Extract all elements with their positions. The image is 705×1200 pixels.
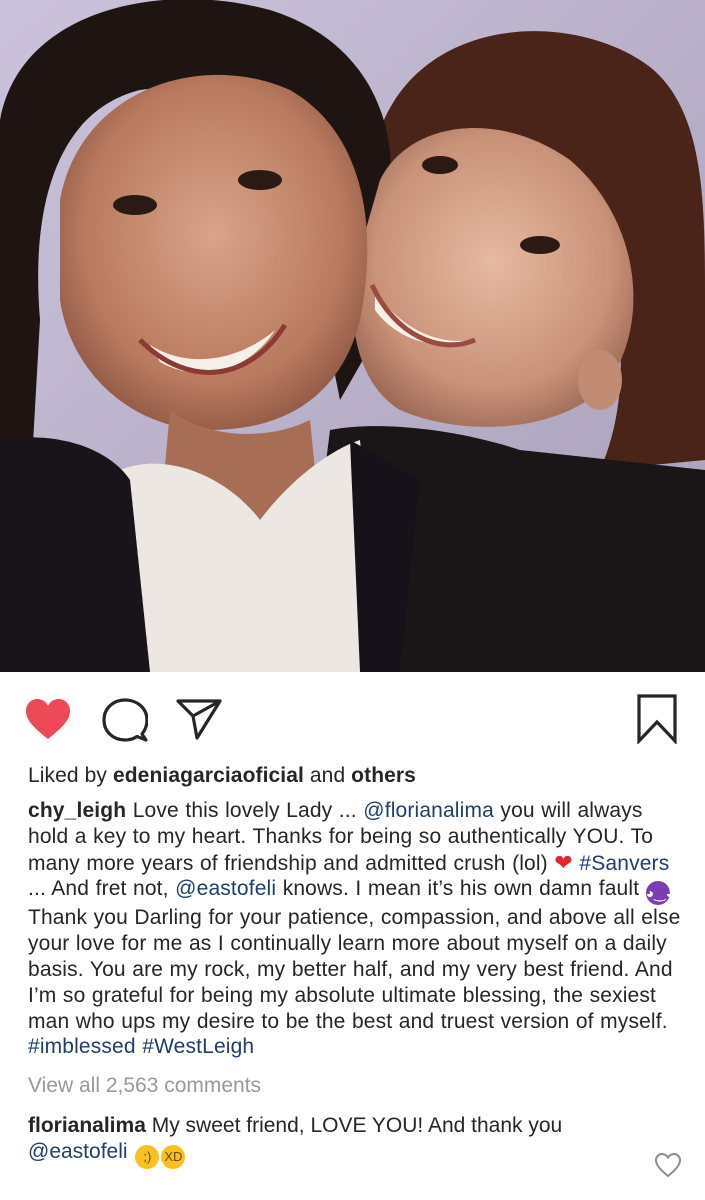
caption-text: Love this lovely Lady ... bbox=[132, 799, 357, 822]
winking-face-emoji: ;) bbox=[135, 1145, 160, 1170]
caption-author-link[interactable]: chy_leigh bbox=[28, 799, 126, 822]
instagram-post: Liked by edeniagarciaoficial and others … bbox=[0, 0, 705, 1200]
heart-filled-icon bbox=[26, 699, 70, 739]
comment-like-button[interactable] bbox=[654, 1152, 682, 1183]
mention-link[interactable]: @eastofeli bbox=[175, 877, 276, 900]
caption-text: ... And fret not, bbox=[28, 877, 169, 901]
top-comment: florianalima My sweet friend, LOVE YOU! … bbox=[28, 1113, 628, 1170]
hashtag-link[interactable]: #Sanvers bbox=[579, 852, 669, 875]
view-all-comments-link[interactable]: View all 2,563 comments bbox=[28, 1073, 688, 1099]
save-button[interactable] bbox=[636, 694, 678, 744]
devil-emoji: ◕‿◕ bbox=[645, 881, 674, 906]
comment-mention-link[interactable]: @eastofeli bbox=[28, 1140, 128, 1163]
hashtag-link[interactable]: #imblessed bbox=[28, 1035, 136, 1058]
rofl-emoji: XD bbox=[161, 1145, 186, 1170]
liked-by-others-link[interactable]: others bbox=[351, 764, 416, 787]
liked-by-user-link[interactable]: edeniagarciaoficial bbox=[113, 764, 304, 787]
comment-bubble-icon bbox=[102, 698, 148, 742]
hashtag-link[interactable]: #WestLeigh bbox=[142, 1035, 254, 1058]
likes-summary: Liked by edeniagarciaoficial and others bbox=[28, 762, 688, 790]
mention-link[interactable]: @florianalima bbox=[363, 799, 494, 822]
post-details: Liked by edeniagarciaoficial and others … bbox=[28, 762, 688, 1170]
comment-button[interactable] bbox=[102, 698, 148, 744]
paper-plane-icon bbox=[176, 699, 222, 740]
selfie-image bbox=[0, 0, 705, 672]
caption-text: knows. I mean it’s his own damn fault bbox=[282, 877, 640, 901]
likes-prefix: Liked by bbox=[28, 764, 108, 787]
post-caption: chy_leigh Love this lovely Lady ... @flo… bbox=[28, 798, 688, 1060]
caption-text: Thank you Darling for your patience, com… bbox=[28, 906, 681, 1033]
comment-author-link[interactable]: florianalima bbox=[28, 1114, 146, 1137]
heart-outline-icon bbox=[654, 1152, 682, 1178]
comment-text: My sweet friend, LOVE YOU! And thank you bbox=[151, 1114, 563, 1138]
post-photo[interactable] bbox=[0, 0, 705, 672]
share-button[interactable] bbox=[176, 698, 222, 740]
like-button[interactable] bbox=[24, 698, 72, 740]
likes-joiner: and bbox=[309, 764, 346, 787]
red-heart-emoji: ❤ bbox=[554, 849, 573, 875]
bookmark-icon bbox=[637, 694, 677, 744]
